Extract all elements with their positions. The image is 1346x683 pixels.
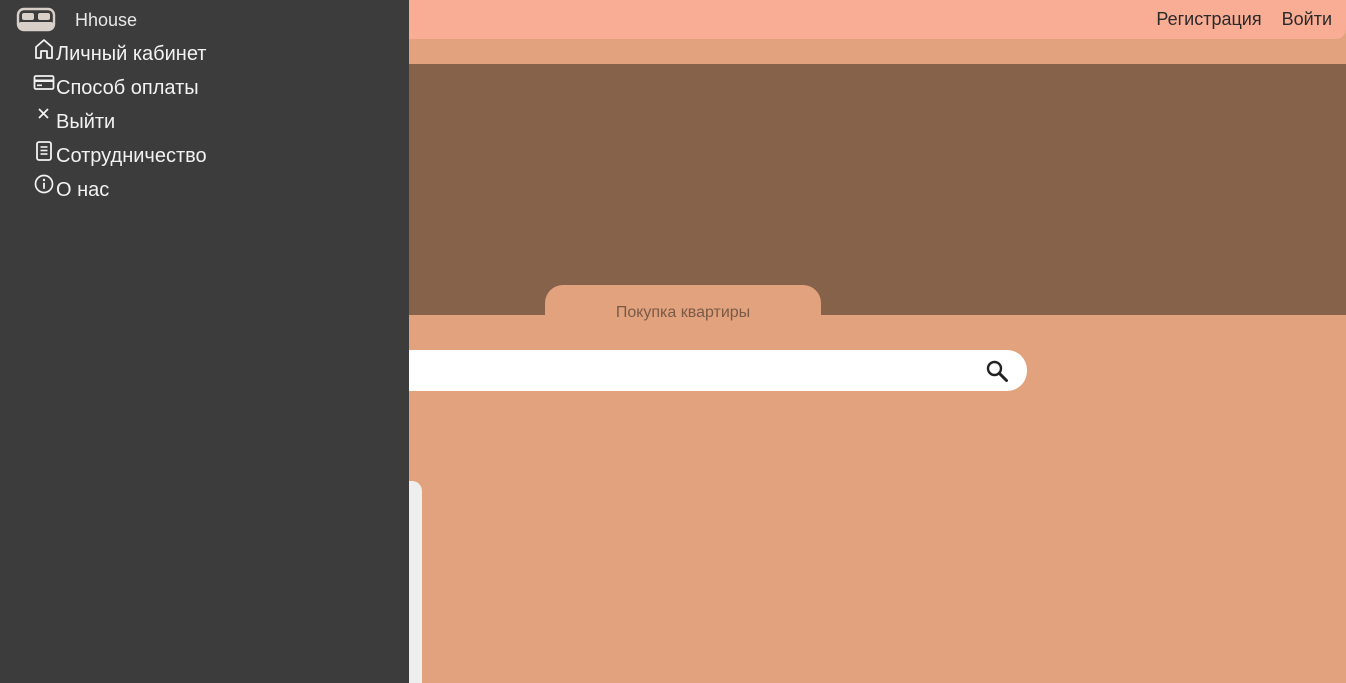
sidebar-item-cooperation[interactable]: Сотрудничество bbox=[33, 140, 207, 174]
close-icon bbox=[38, 108, 49, 119]
sidebar-item-label: Способ оплаты bbox=[56, 77, 199, 99]
sidebar-item-about[interactable]: О нас bbox=[33, 174, 207, 208]
search-icon[interactable] bbox=[985, 359, 1009, 383]
sidebar-item-label: Сотрудничество bbox=[56, 145, 207, 167]
info-icon bbox=[34, 174, 54, 194]
tab-apartment-purchase[interactable]: Покупка квартиры bbox=[545, 285, 821, 321]
search-input[interactable] bbox=[350, 350, 974, 393]
document-icon bbox=[36, 141, 52, 161]
sidebar-item-payment[interactable]: Способ оплаты bbox=[33, 72, 207, 106]
bed-icon bbox=[16, 7, 56, 32]
sidebar-item-account[interactable]: Личный кабинет bbox=[33, 38, 207, 72]
sidebar-menu: Личный кабинет Способ оплаты Выйти Сотру… bbox=[33, 38, 207, 208]
sidebar-item-logout[interactable]: Выйти bbox=[33, 106, 207, 140]
home-icon bbox=[35, 39, 53, 59]
register-link[interactable]: Регистрация bbox=[1156, 9, 1261, 30]
page: Регистрация Войти Покупка квартиры Hhous… bbox=[0, 0, 1346, 683]
sidebar-item-label: О нас bbox=[56, 179, 110, 201]
sidebar: Hhouse Личный кабинет Способ оплаты Выйт… bbox=[0, 0, 409, 683]
brand-name: Hhouse bbox=[75, 9, 138, 30]
tab-label: Покупка квартиры bbox=[615, 304, 751, 321]
sidebar-item-label: Личный кабинет bbox=[56, 43, 207, 65]
auth-links: Регистрация Войти bbox=[1156, 0, 1332, 39]
login-link[interactable]: Войти bbox=[1282, 9, 1332, 30]
search-bar bbox=[330, 350, 1027, 393]
brand[interactable]: Hhouse bbox=[16, 6, 137, 34]
credit-card-icon bbox=[33, 75, 55, 90]
sidebar-item-label: Выйти bbox=[56, 111, 116, 133]
